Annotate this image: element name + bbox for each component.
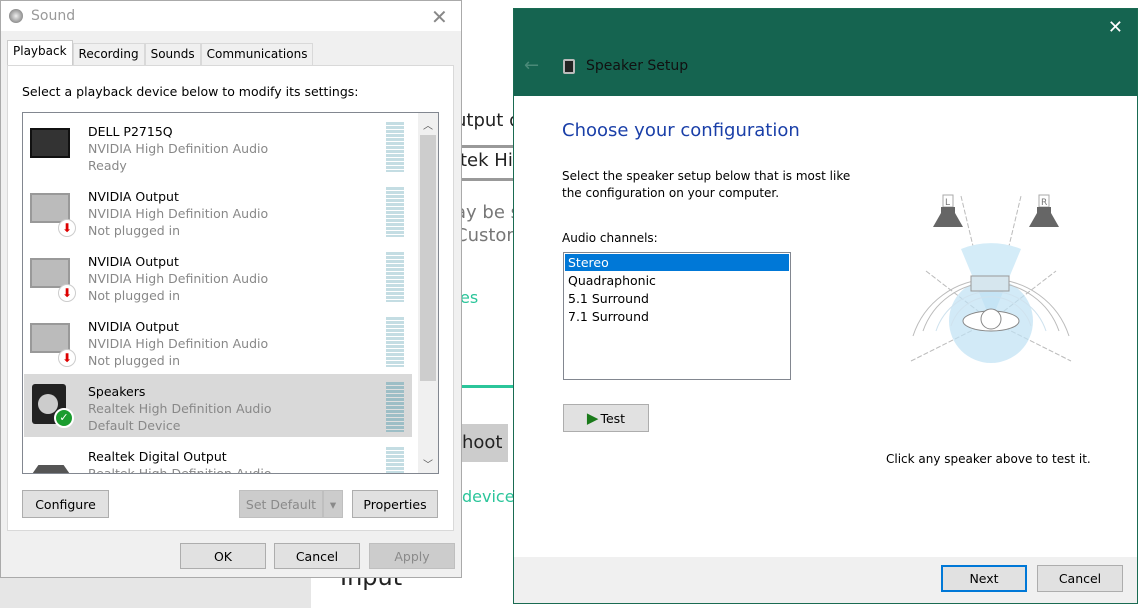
tab-communications[interactable]: Communications xyxy=(200,43,314,65)
configure-button[interactable]: Configure xyxy=(22,490,109,518)
device-driver: NVIDIA High Definition Audio xyxy=(88,336,269,351)
device-status: Not plugged in xyxy=(88,353,181,368)
speaker-label-left: L xyxy=(945,198,950,208)
bg-troubleshoot-button[interactable]: hoot xyxy=(462,424,508,462)
channel-option[interactable]: 5.1 Surround xyxy=(565,290,789,307)
device-driver: NVIDIA High Definition Audio xyxy=(88,206,269,221)
channel-option[interactable]: 7.1 Surround xyxy=(565,308,789,325)
background-taskbar-area xyxy=(0,578,311,608)
device-name: NVIDIA Output xyxy=(88,189,179,204)
bg-output-label: utput de xyxy=(455,110,515,131)
device-name: NVIDIA Output xyxy=(88,319,179,334)
left-speaker[interactable]: L xyxy=(933,194,963,227)
volume-meter xyxy=(386,122,404,172)
channel-option[interactable]: Quadraphonic xyxy=(565,272,789,289)
volume-meter xyxy=(386,382,404,432)
next-button[interactable]: Next xyxy=(941,565,1027,592)
device-driver: Realtek High Definition Audio xyxy=(88,466,272,474)
speaker-default-icon: ✓ xyxy=(32,384,74,428)
volume-meter xyxy=(386,187,404,237)
description: the configuration on your computer. xyxy=(562,186,780,200)
monitor-icon xyxy=(30,128,70,158)
volume-meter xyxy=(386,252,404,302)
device-driver: NVIDIA High Definition Audio xyxy=(88,271,269,286)
device-name: NVIDIA Output xyxy=(88,254,179,269)
apply-button[interactable]: Apply xyxy=(369,543,455,569)
bg-link[interactable]: es xyxy=(460,288,515,307)
channel-option[interactable]: Stereo xyxy=(565,254,789,271)
digital-output-icon xyxy=(30,465,72,473)
device-name: DELL P2715Q xyxy=(88,124,173,139)
tab-bar: Playback Recording Sounds Communications xyxy=(7,40,314,65)
right-speaker[interactable]: R xyxy=(1029,194,1059,227)
close-icon[interactable]: ✕ xyxy=(431,5,448,29)
test-button[interactable]: ▶ Test xyxy=(563,404,649,432)
cancel-button[interactable]: Cancel xyxy=(274,543,360,569)
instruction-text: Select a playback device below to modify… xyxy=(22,84,359,99)
device-name: Speakers xyxy=(88,384,146,399)
device-row[interactable]: ✓ Speakers Realtek High Definition Audio De… xyxy=(24,374,412,437)
footer: Next Cancel xyxy=(514,557,1137,603)
unplugged-arrow-icon: ⬇ xyxy=(58,349,76,367)
device-driver: NVIDIA High Definition Audio xyxy=(88,141,269,156)
bg-link[interactable]: devices xyxy=(462,487,517,506)
device-row[interactable]: ⬇ NVIDIA Output NVIDIA High Definition Aud… xyxy=(24,309,412,372)
scroll-up-button[interactable]: ︿ xyxy=(418,113,438,132)
page-heading: Choose your configuration xyxy=(562,120,800,141)
device-row[interactable]: Realtek Digital Output Realtek High Defin… xyxy=(24,439,412,474)
header: ✕ ← Speaker Setup xyxy=(514,9,1137,96)
close-icon[interactable]: ✕ xyxy=(1108,17,1123,38)
back-arrow-icon[interactable]: ← xyxy=(524,55,539,76)
audio-channels-list[interactable]: Stereo Quadraphonic 5.1 Surround 7.1 Sur… xyxy=(563,252,791,380)
speaker-setup-window: ✕ ← Speaker Setup Choose your configurat… xyxy=(513,8,1138,604)
bg-device-dropdown[interactable]: ltek Hi xyxy=(455,150,515,171)
scroll-down-button[interactable]: ﹀ xyxy=(418,456,438,471)
bg-text: Custom xyxy=(455,225,515,246)
speaker-label-right: R xyxy=(1041,198,1047,208)
scrollbar[interactable]: ︿ ﹀ xyxy=(418,113,438,473)
cancel-button[interactable]: Cancel xyxy=(1037,565,1123,592)
sound-dialog: Sound ✕ Playback Recording Sounds Commun… xyxy=(0,0,462,578)
device-row[interactable]: ⬇ NVIDIA Output NVIDIA High Definition Aud… xyxy=(24,244,412,307)
window-title: Sound xyxy=(31,8,76,24)
properties-button[interactable]: Properties xyxy=(352,490,438,518)
test-label: Test xyxy=(600,410,626,426)
device-status: Not plugged in xyxy=(88,223,181,238)
scroll-thumb[interactable] xyxy=(420,135,436,381)
description: Select the speaker setup below that is m… xyxy=(562,169,851,183)
speaker-icon xyxy=(563,59,575,74)
device-status: Not plugged in xyxy=(88,288,181,303)
unplugged-arrow-icon: ⬇ xyxy=(58,219,76,237)
speaker-diagram: L R xyxy=(910,194,1072,363)
device-list[interactable]: Realtek Digital Output Realtek High Defin… xyxy=(22,112,439,474)
unplugged-arrow-icon: ⬇ xyxy=(58,284,76,302)
volume-meter xyxy=(386,447,404,473)
tab-recording[interactable]: Recording xyxy=(72,43,145,65)
volume-meter xyxy=(386,317,404,367)
device-status: Ready xyxy=(88,158,127,173)
set-default-button[interactable]: Set Default xyxy=(239,490,323,518)
window-title: Speaker Setup xyxy=(586,58,689,74)
device-row[interactable]: ⬇ NVIDIA Output NVIDIA High Definition Aud… xyxy=(24,179,412,242)
device-row[interactable]: DELL P2715Q NVIDIA High Definition Audio R… xyxy=(24,114,412,177)
channels-label: Audio channels: xyxy=(562,231,658,245)
bg-text: ay be se xyxy=(455,202,515,223)
tab-playback[interactable]: Playback xyxy=(7,40,73,65)
play-icon: ▶ xyxy=(586,409,599,427)
device-name: Realtek Digital Output xyxy=(88,449,227,464)
device-driver: Realtek High Definition Audio xyxy=(88,401,272,416)
set-default-dropdown-icon[interactable]: ▾ xyxy=(323,490,343,518)
device-status: Default Device xyxy=(88,418,181,433)
test-hint: Click any speaker above to test it. xyxy=(886,452,1091,466)
ok-button[interactable]: OK xyxy=(180,543,266,569)
sound-icon xyxy=(9,9,23,23)
title-bar: Sound ✕ xyxy=(1,1,461,31)
tab-sounds[interactable]: Sounds xyxy=(144,43,201,65)
